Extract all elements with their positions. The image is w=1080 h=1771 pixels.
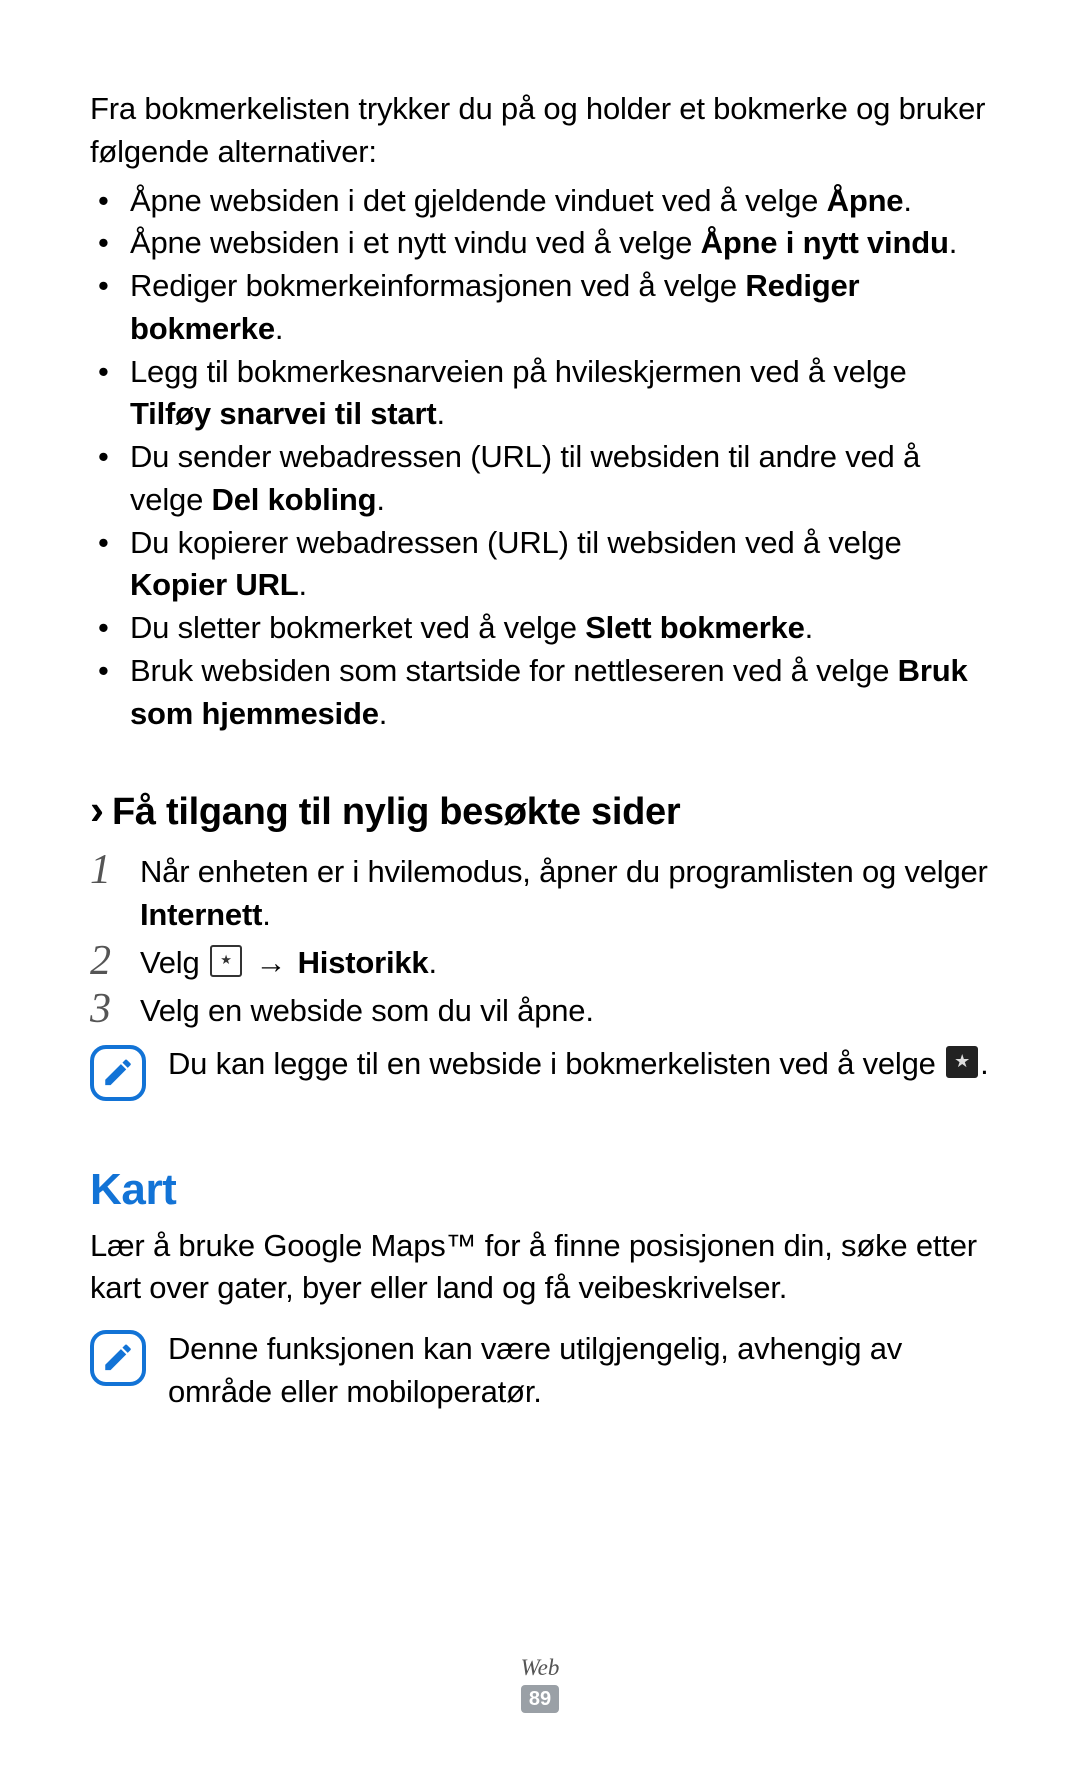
list-text: Du kopierer webadressen (URL) til websid… [130,525,901,560]
list-bold: Tilføy snarvei til start [130,396,436,431]
list-item: Åpne websiden i det gjeldende vinduet ve… [90,180,990,223]
body-paragraph: Lær å bruke Google Maps™ for å finne pos… [90,1225,990,1311]
list-bold: Del kobling [212,482,377,517]
list-text: Du sletter bokmerket ved å velge [130,610,585,645]
list-text: . [376,482,384,517]
page-number-badge: 89 [521,1685,559,1713]
note-icon [90,1045,146,1101]
note-icon [90,1330,146,1386]
step-number: 3 [90,987,140,1031]
note-block: Du kan legge til en webside i bokmerkeli… [90,1043,990,1101]
step-text: Når enheten er i hvilemodus, åpner du pr… [140,848,990,937]
document-page: Fra bokmerkelisten trykker du på og hold… [0,0,1080,1771]
star-icon [946,1046,978,1078]
list-item: Du kopierer webadressen (URL) til websid… [90,522,990,608]
page-footer: Web 89 [0,1655,1080,1713]
step-bold: Internett [140,897,262,932]
section-heading: Kart [90,1165,990,1215]
list-item: Du sletter bokmerket ved å velge Slett b… [90,607,990,650]
list-bold: Åpne [827,183,904,218]
options-list: Åpne websiden i det gjeldende vinduet ve… [90,180,990,736]
pencil-icon [101,1340,135,1374]
note-text: Denne funksjonen kan være utilgjengelig,… [168,1328,990,1414]
steps-list: 1 Når enheten er i hvilemodus, åpner du … [90,848,990,1032]
note-fragment: . [980,1046,988,1081]
step-bold: Historikk [298,945,429,980]
step-item: 3 Velg en webside som du vil åpne. [90,987,990,1033]
step-fragment: . [262,897,270,932]
step-item: 2 Velg → Historikk. [90,939,990,985]
step-item: 1 Når enheten er i hvilemodus, åpner du … [90,848,990,937]
list-item: Åpne websiden i et nytt vindu ved å velg… [90,222,990,265]
list-text: Legg til bokmerkesnarveien på hvileskjer… [130,354,907,389]
step-text: Velg en webside som du vil åpne. [140,987,594,1033]
chevron-icon: › [90,789,104,831]
list-item: Legg til bokmerkesnarveien på hvileskjer… [90,351,990,437]
list-bold: Slett bokmerke [585,610,804,645]
step-text: Velg → Historikk. [140,939,437,985]
list-text: . [275,311,283,346]
list-item: Rediger bokmerkeinformasjonen ved å velg… [90,265,990,351]
intro-paragraph: Fra bokmerkelisten trykker du på og hold… [90,88,990,174]
arrow-icon: → [255,942,286,985]
list-text: . [903,183,911,218]
note-fragment: Du kan legge til en webside i bokmerkeli… [168,1046,944,1081]
list-text: Rediger bokmerkeinformasjonen ved å velg… [130,268,745,303]
list-item: Bruk websiden som startside for nettlese… [90,650,990,736]
step-fragment: . [428,945,436,980]
list-bold: Åpne i nytt vindu [701,225,949,260]
list-text: Åpne websiden i et nytt vindu ved å velg… [130,225,701,260]
list-text: . [379,696,387,731]
list-text: . [949,225,957,260]
note-block: Denne funksjonen kan være utilgjengelig,… [90,1328,990,1414]
list-bold: Kopier URL [130,567,299,602]
subheading-row: › Få tilgang til nylig besøkte sider [90,789,990,834]
subheading: Få tilgang til nylig besøkte sider [112,791,680,834]
step-number: 1 [90,848,140,892]
bookmark-icon [210,945,242,977]
list-text: . [805,610,813,645]
list-text: Åpne websiden i det gjeldende vinduet ve… [130,183,827,218]
footer-section-label: Web [0,1655,1080,1681]
step-fragment: Velg en webside som du vil åpne. [140,993,594,1028]
list-text: . [299,567,307,602]
note-text: Du kan legge til en webside i bokmerkeli… [168,1043,989,1086]
step-fragment: Velg [140,945,208,980]
pencil-icon [101,1055,135,1089]
list-text: Bruk websiden som startside for nettlese… [130,653,898,688]
step-fragment: Når enheten er i hvilemodus, åpner du pr… [140,854,988,889]
step-number: 2 [90,939,140,983]
list-text: . [436,396,444,431]
list-item: Du sender webadressen (URL) til websiden… [90,436,990,522]
